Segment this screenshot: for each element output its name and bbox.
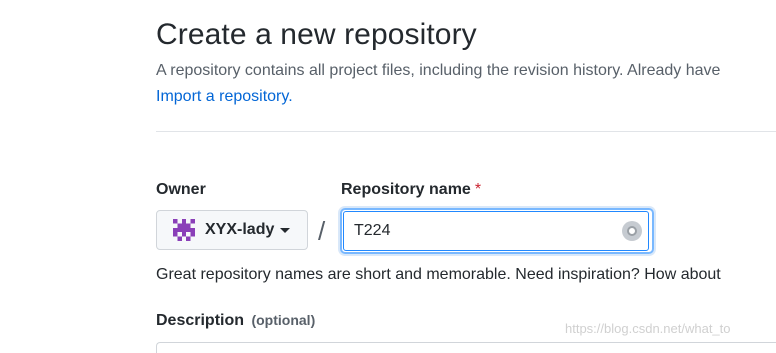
caret-down-icon	[280, 227, 291, 233]
owner-name: XYX-lady	[205, 221, 275, 238]
page-title: Create a new repository	[156, 18, 477, 51]
repo-name-label: Repository name *	[341, 181, 481, 199]
grammarly-icon[interactable]	[622, 221, 642, 241]
description-label-text: Description	[156, 312, 245, 329]
page-subtitle: A repository contains all project files,…	[156, 62, 721, 79]
import-repository-link[interactable]: Import a repository.	[156, 88, 293, 106]
identicon-avatar	[173, 219, 195, 241]
required-mark: *	[474, 181, 482, 198]
repo-name-hint: Great repository names are short and mem…	[156, 266, 721, 283]
repo-name-input[interactable]	[343, 211, 649, 251]
owner-repo-separator: /	[318, 216, 326, 246]
repo-name-label-text: Repository name	[341, 181, 471, 198]
owner-dropdown-button[interactable]: XYX-lady	[156, 210, 308, 250]
optional-tag: (optional)	[251, 312, 316, 328]
watermark: https://blog.csdn.net/what_to	[565, 321, 731, 336]
repo-name-focus-ring	[340, 208, 654, 254]
owner-label: Owner	[156, 181, 206, 198]
divider	[156, 131, 776, 132]
description-label: Description (optional)	[156, 312, 315, 330]
